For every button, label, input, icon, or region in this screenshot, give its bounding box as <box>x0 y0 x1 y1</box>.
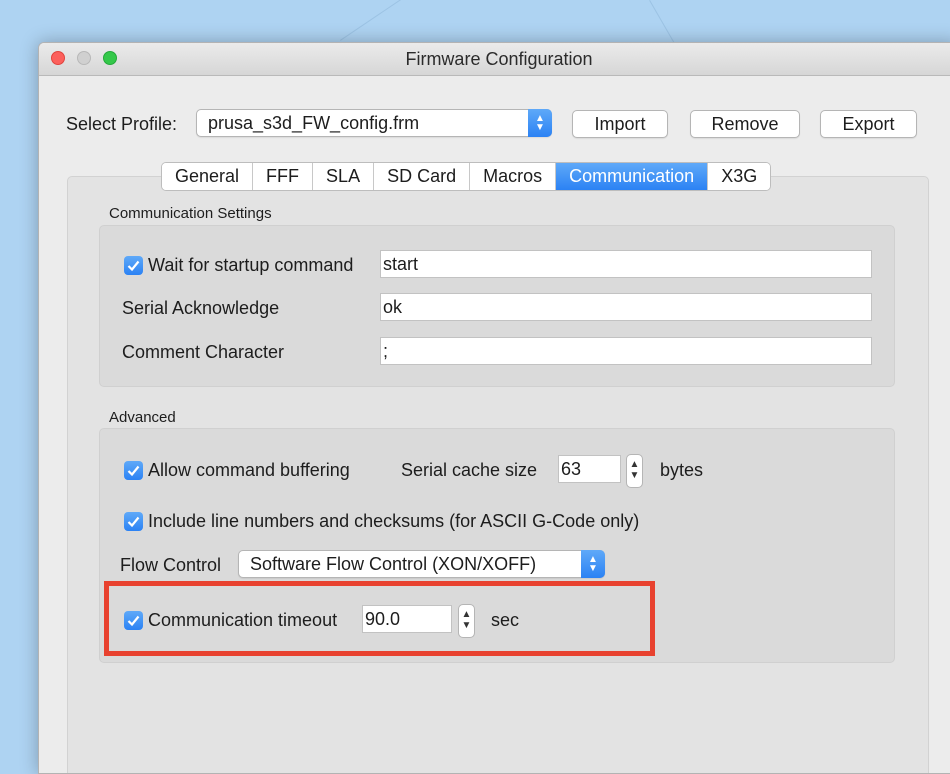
line-numbers-checkbox[interactable] <box>124 512 143 531</box>
profile-select[interactable]: prusa_s3d_FW_config.frm ▲ ▼ <box>196 109 552 137</box>
firmware-config-window: Firmware Configuration Select Profile: p… <box>38 42 950 774</box>
stepper-arrows-icon: ▲ ▼ <box>629 459 640 481</box>
allow-buffering-checkbox[interactable] <box>124 461 143 480</box>
flow-control-label: Flow Control <box>120 555 222 575</box>
select-profile-label: Select Profile: <box>66 114 178 134</box>
comm-settings-title: Communication Settings <box>109 205 272 222</box>
cache-size-field[interactable]: 63 <box>558 455 621 483</box>
window-title: Firmware Configuration <box>405 49 593 69</box>
checkmark-icon <box>127 516 140 528</box>
tab-x3g[interactable]: X3G <box>708 163 771 190</box>
tab-sd-card[interactable]: SD Card <box>374 163 471 190</box>
highlight-box <box>104 581 655 656</box>
serial-ack-label: Serial Acknowledge <box>122 298 280 318</box>
title-bar[interactable]: Firmware Configuration <box>39 43 950 76</box>
cache-size-unit: bytes <box>660 460 704 480</box>
profile-select-value: prusa_s3d_FW_config.frm <box>208 113 420 133</box>
line-numbers-label: Include line numbers and checksums (for … <box>148 511 640 531</box>
comment-char-label: Comment Character <box>122 342 285 362</box>
comment-char-field[interactable]: ; <box>380 337 872 365</box>
tab-bar: General FFF SLA SD Card Macros Communica… <box>161 162 772 191</box>
tab-macros[interactable]: Macros <box>470 163 557 190</box>
checkmark-icon <box>127 260 140 272</box>
tab-fff[interactable]: FFF <box>253 163 314 190</box>
tab-communication[interactable]: Communication <box>556 163 709 190</box>
tab-sla[interactable]: SLA <box>313 163 375 190</box>
flow-control-value: Software Flow Control (XON/XOFF) <box>250 554 537 574</box>
updown-chevron-icon: ▲ ▼ <box>528 109 552 137</box>
wait-startup-label: Wait for startup command <box>148 255 354 275</box>
tab-general[interactable]: General <box>162 163 254 190</box>
allow-buffering-label: Allow command buffering <box>148 460 350 480</box>
serial-ack-field[interactable]: ok <box>380 293 872 321</box>
cache-size-stepper[interactable]: ▲ ▼ <box>626 454 643 488</box>
startup-command-field[interactable]: start <box>380 250 872 278</box>
remove-button[interactable]: Remove <box>690 110 800 138</box>
flow-control-select[interactable]: Software Flow Control (XON/XOFF) ▲ ▼ <box>238 550 605 578</box>
wait-startup-checkbox[interactable] <box>124 256 143 275</box>
import-button[interactable]: Import <box>572 110 668 138</box>
checkmark-icon <box>127 465 140 477</box>
updown-chevron-icon: ▲ ▼ <box>581 550 605 578</box>
cache-size-label: Serial cache size <box>401 460 538 480</box>
advanced-title: Advanced <box>109 409 176 426</box>
desktop-line <box>340 0 432 41</box>
export-button[interactable]: Export <box>820 110 917 138</box>
